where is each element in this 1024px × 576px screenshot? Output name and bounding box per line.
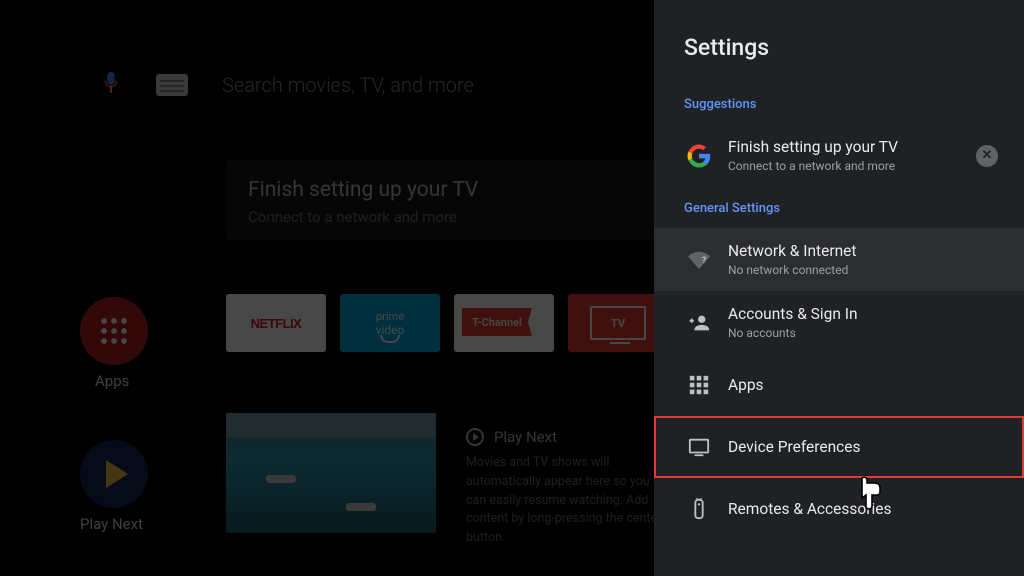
network-title: Network & Internet (728, 242, 856, 260)
play-next-button-label: Play Next (80, 515, 143, 533)
accounts-title: Accounts & Sign In (728, 305, 858, 323)
tchannel-label: T-Channel (472, 316, 522, 329)
home-setup-card[interactable]: Finish setting up your TV Connect to a n… (226, 160, 656, 240)
app-tile-t-channel[interactable]: T-Channel (454, 294, 554, 352)
play-next-header: Play Next (494, 428, 557, 446)
network-subtitle: No network connected (728, 263, 856, 277)
play-next-button[interactable] (80, 440, 148, 508)
tv-icon (684, 436, 714, 458)
device-preferences-title: Device Preferences (728, 438, 861, 456)
play-icon (466, 428, 484, 446)
prime-line2: video (376, 323, 405, 337)
apps-icon (684, 374, 714, 396)
settings-item-accounts[interactable]: Accounts & Sign In No accounts (654, 291, 1024, 354)
accounts-subtitle: No accounts (728, 326, 858, 340)
keyboard-icon[interactable] (156, 74, 188, 96)
setup-card-title: Finish setting up your TV (248, 178, 634, 202)
general-settings-header: General Settings (654, 187, 1024, 228)
setup-card-subtitle: Connect to a network and more (248, 208, 634, 226)
apps-tile-row: NETFLIX prime video T-Channel TV (226, 294, 668, 352)
settings-item-network[interactable]: ? Network & Internet No network connecte… (654, 228, 1024, 291)
screen: Search movies, TV, and more Finish setti… (0, 0, 1024, 576)
settings-item-remotes[interactable]: Remotes & Accessories (654, 478, 1024, 540)
suggestion-finish-setup[interactable]: Finish setting up your TV Connect to a n… (654, 124, 1024, 187)
google-icon (684, 144, 714, 168)
app-tile-netflix[interactable]: NETFLIX (226, 294, 326, 352)
apps-button[interactable] (80, 297, 148, 365)
wifi-icon: ? (684, 249, 714, 271)
app-tile-tv[interactable]: TV (568, 294, 668, 352)
play-next-body: Movies and TV shows will automatically a… (466, 454, 666, 548)
apps-button-label: Apps (95, 372, 129, 390)
play-next-info: Play Next Movies and TV shows will autom… (466, 428, 666, 548)
mic-icon[interactable] (100, 70, 122, 100)
apps-title: Apps (728, 376, 764, 394)
settings-panel: Settings Suggestions Finish setting up y… (654, 0, 1024, 576)
add-account-icon (684, 312, 714, 334)
remotes-title: Remotes & Accessories (728, 500, 891, 518)
settings-item-device-preferences[interactable]: Device Preferences (654, 416, 1024, 478)
suggestions-header: Suggestions (654, 83, 1024, 124)
suggestion-title: Finish setting up your TV (728, 138, 898, 156)
settings-item-apps[interactable]: Apps (654, 354, 1024, 416)
apps-grid-icon (99, 316, 129, 346)
svg-text:?: ? (702, 255, 707, 265)
search-row: Search movies, TV, and more (100, 70, 474, 100)
dismiss-suggestion-button[interactable]: ✕ (976, 145, 998, 167)
settings-title: Settings (654, 0, 1024, 83)
suggestion-subtitle: Connect to a network and more (728, 159, 898, 173)
play-next-thumbnail[interactable] (226, 413, 436, 533)
prime-line1: prime (376, 310, 404, 323)
tv-label: TV (611, 317, 625, 330)
search-placeholder[interactable]: Search movies, TV, and more (222, 73, 474, 97)
remote-icon (684, 498, 714, 520)
app-tile-prime-video[interactable]: prime video (340, 294, 440, 352)
